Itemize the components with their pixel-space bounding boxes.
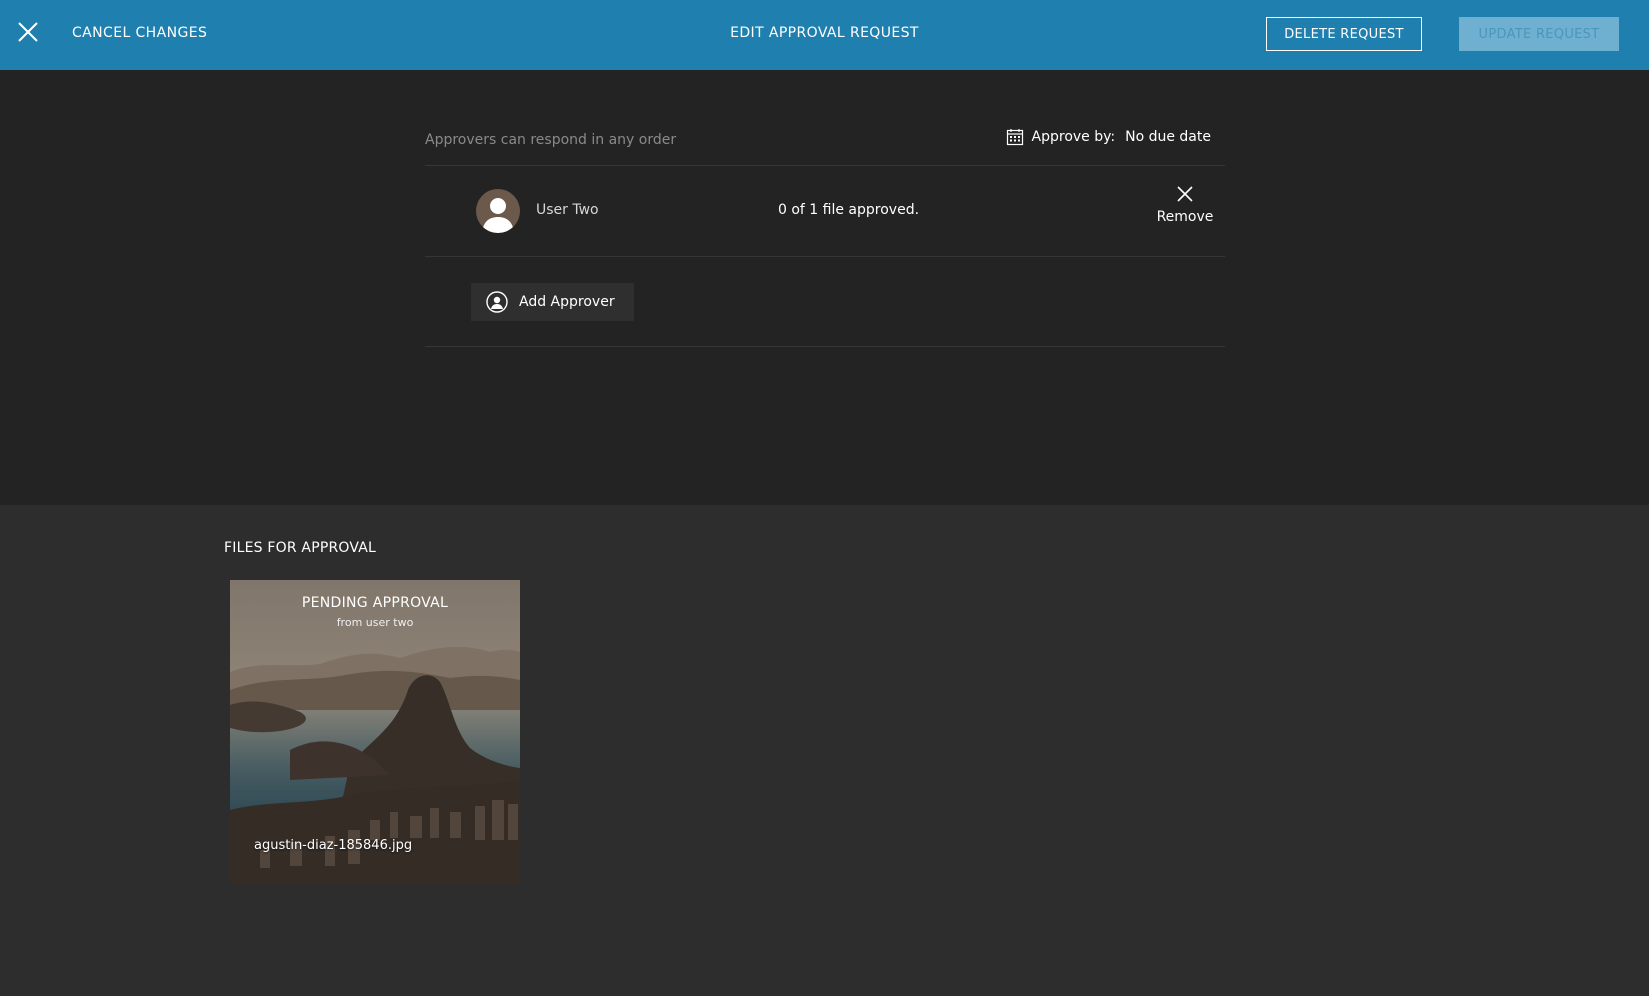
approve-by-label: Approve by: [1031, 129, 1116, 145]
file-name: agustin-diaz-185846.jpg [254, 838, 413, 853]
file-status: PENDING APPROVAL [301, 595, 449, 611]
approval-order-note: Approvers can respond in any order [425, 132, 677, 148]
files-section-title: FILES FOR APPROVAL [224, 540, 377, 556]
due-date-selector[interactable]: Approve by: No due date [1006, 128, 1211, 146]
remove-approver-button[interactable]: Remove [1145, 186, 1225, 236]
add-user-icon [486, 291, 508, 313]
delete-request-button[interactable]: DELETE REQUEST [1266, 17, 1422, 51]
approvers-panel: Approvers can respond in any order Appro… [0, 70, 1649, 505]
approver-name: User Two [536, 202, 599, 218]
divider [425, 346, 1225, 347]
divider [425, 256, 1225, 257]
file-card[interactable]: PENDING APPROVAL from user two agustin-d… [230, 580, 520, 884]
user-silhouette-icon [482, 198, 514, 233]
calendar-icon [1006, 129, 1023, 146]
file-status-source: from user two [336, 616, 414, 629]
approver-row: User Two 0 of 1 file approved. Remove [425, 166, 1225, 256]
close-icon [1177, 186, 1193, 202]
due-date-value: No due date [1125, 129, 1211, 145]
top-bar: CANCEL CHANGES EDIT APPROVAL REQUEST DEL… [0, 0, 1649, 70]
update-request-button[interactable]: UPDATE REQUEST [1459, 17, 1619, 51]
avatar [476, 189, 520, 233]
add-approver-button[interactable]: Add Approver [471, 283, 634, 321]
remove-label: Remove [1156, 209, 1214, 225]
add-approver-label: Add Approver [519, 294, 615, 310]
approval-progress: 0 of 1 file approved. [778, 202, 920, 218]
